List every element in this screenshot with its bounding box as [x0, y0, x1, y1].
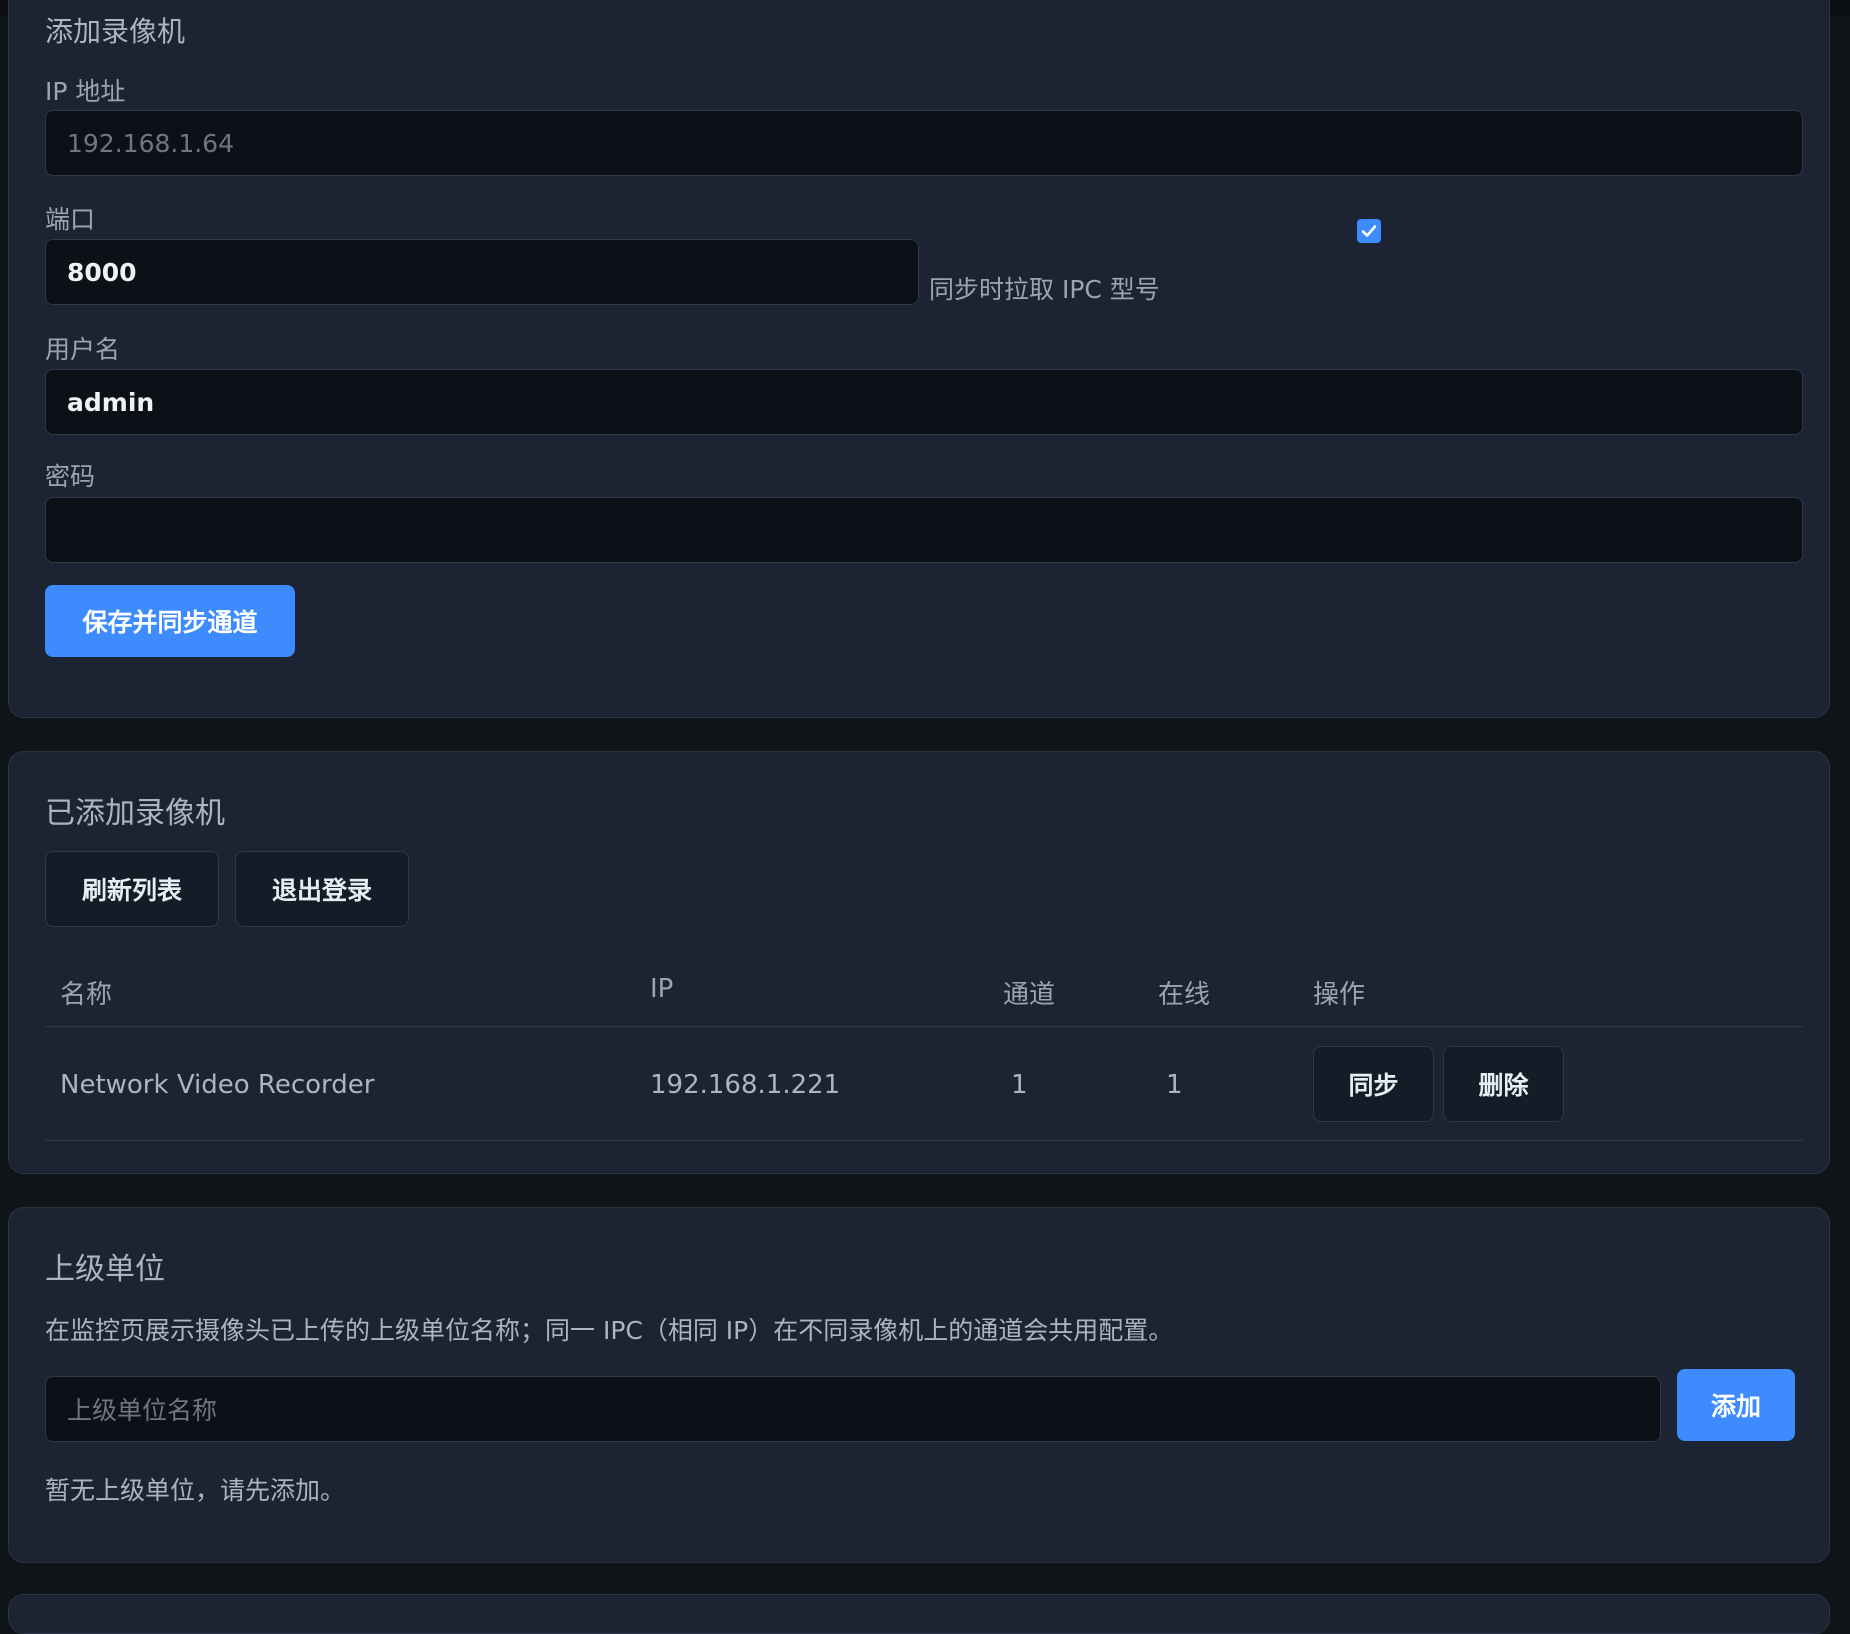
added-recorders-card: 已添加录像机 刷新列表 退出登录 名称 IP 通道 在线 操作 Network …: [8, 751, 1830, 1174]
sync-ipc-model-label: 同步时拉取 IPC 型号: [929, 275, 1160, 304]
check-icon: [1361, 225, 1377, 237]
column-header-ip: IP: [650, 974, 674, 1004]
password-label: 密码: [45, 462, 96, 491]
port-input[interactable]: 8000: [45, 239, 919, 305]
add-recorder-card: 添加录像机 IP 地址 192.168.1.64 端口 8000 同步时拉取 I…: [8, 0, 1830, 718]
column-header-channels: 通道: [1003, 980, 1056, 1010]
column-header-actions: 操作: [1313, 980, 1366, 1010]
recorder-ip: 192.168.1.221: [650, 1070, 841, 1100]
username-label: 用户名: [45, 335, 121, 364]
parent-units-empty-text: 暂无上级单位，请先添加。: [45, 1476, 346, 1505]
logout-button[interactable]: 退出登录: [235, 851, 409, 927]
ip-input[interactable]: 192.168.1.64: [45, 110, 1803, 176]
refresh-list-button[interactable]: 刷新列表: [45, 851, 219, 927]
table-row-divider: [45, 1140, 1803, 1141]
sync-ipc-model-checkbox[interactable]: [1357, 219, 1381, 243]
password-input[interactable]: [45, 497, 1803, 563]
column-header-online: 在线: [1158, 980, 1211, 1010]
save-and-sync-button[interactable]: 保存并同步通道: [45, 585, 295, 657]
username-input[interactable]: admin: [45, 369, 1803, 435]
parent-units-card: 上级单位 在监控页展示摄像头已上传的上级单位名称；同一 IPC（相同 IP）在不…: [8, 1207, 1830, 1563]
parent-units-title: 上级单位: [45, 1252, 165, 1287]
add-recorder-title: 添加录像机: [45, 15, 186, 48]
delete-recorder-button[interactable]: 删除: [1443, 1046, 1564, 1122]
parent-unit-name-input[interactable]: 上级单位名称: [45, 1376, 1661, 1442]
column-header-name: 名称: [60, 980, 113, 1010]
recorder-channels: 1: [1011, 1070, 1028, 1100]
parent-units-description: 在监控页展示摄像头已上传的上级单位名称；同一 IPC（相同 IP）在不同录像机上…: [45, 1316, 1174, 1345]
recorder-online: 1: [1166, 1070, 1183, 1100]
recorder-name: Network Video Recorder: [60, 1070, 375, 1100]
sync-recorder-button[interactable]: 同步: [1313, 1046, 1434, 1122]
added-recorders-title: 已添加录像机: [45, 796, 225, 831]
next-card: [8, 1594, 1830, 1634]
port-label: 端口: [45, 205, 96, 234]
ip-label: IP 地址: [45, 77, 126, 106]
add-parent-unit-button[interactable]: 添加: [1677, 1369, 1795, 1441]
table-header-divider: [45, 1026, 1803, 1027]
